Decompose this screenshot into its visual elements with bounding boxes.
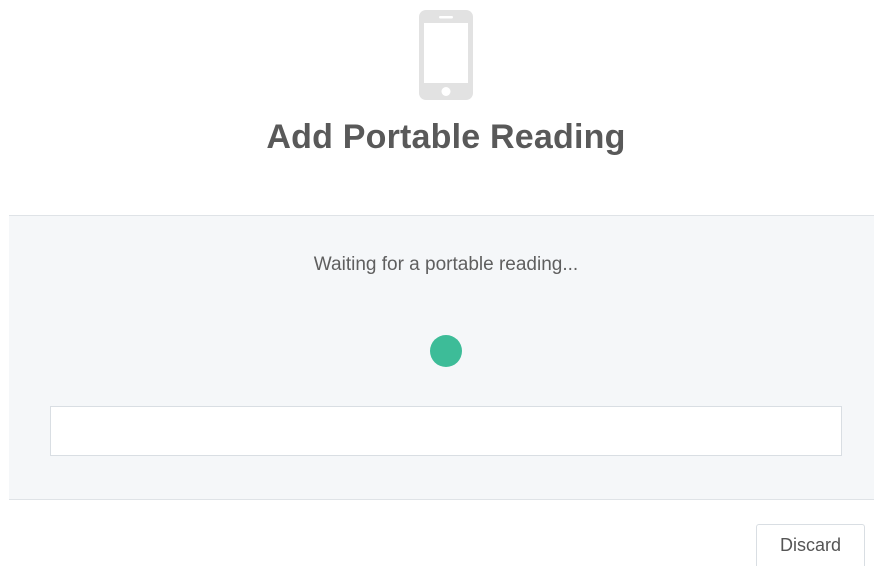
dialog-title: Add Portable Reading [266,118,626,156]
reading-input[interactable] [50,406,842,456]
loading-indicator [430,335,462,367]
mobile-phone-icon [419,10,473,100]
reading-panel: Waiting for a portable reading... [9,215,874,500]
discard-button[interactable]: Discard [756,524,865,566]
add-portable-reading-dialog: Add Portable Reading Waiting for a porta… [0,0,874,566]
waiting-status-text: Waiting for a portable reading... [313,254,579,275]
